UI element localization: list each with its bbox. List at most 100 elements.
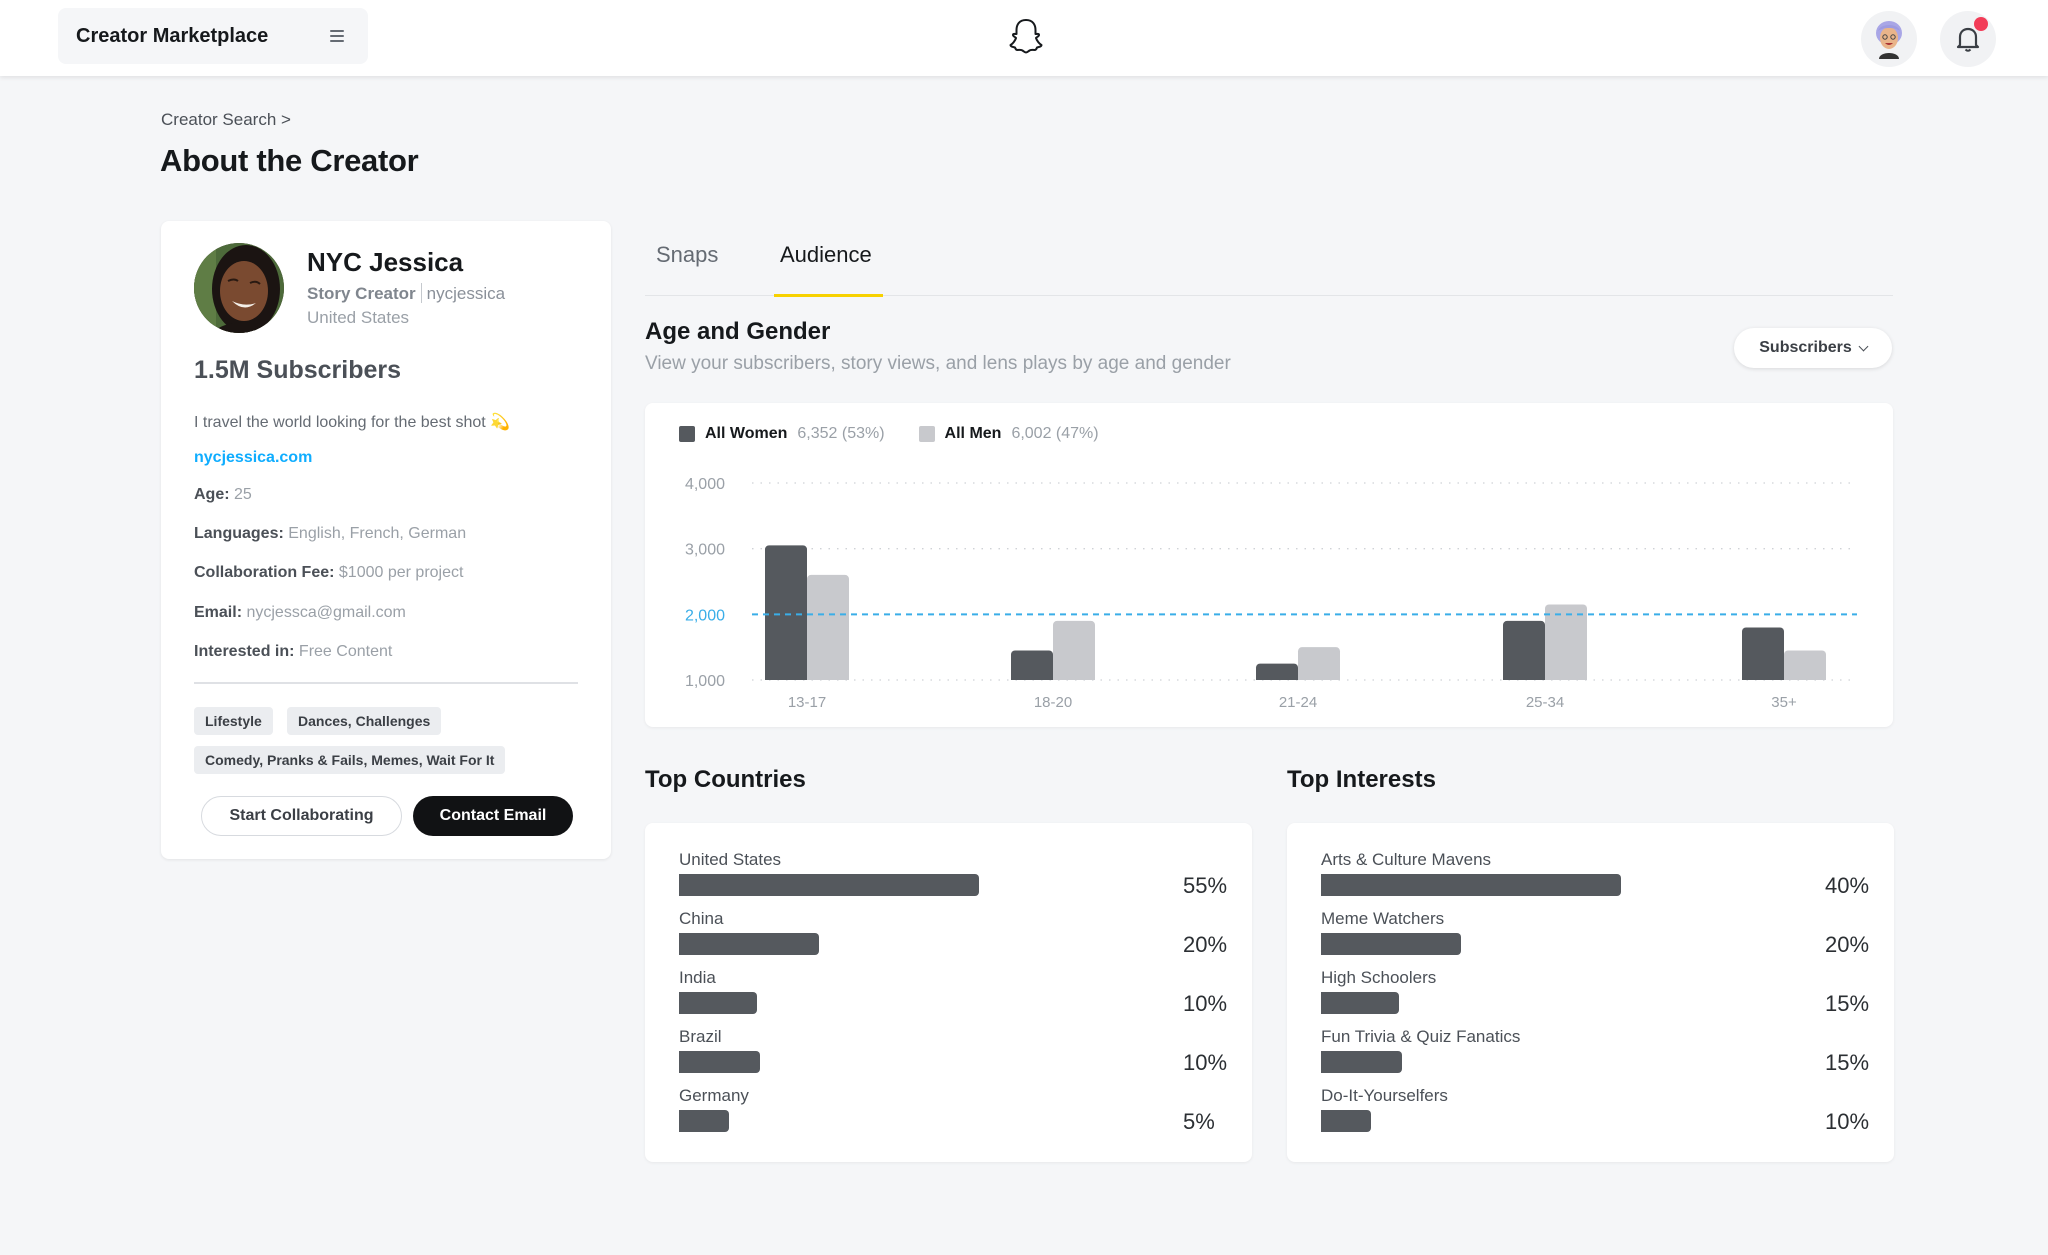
creator-profile-card: NYC Jessica Story Creator nycjessica Unit… <box>161 221 611 859</box>
x-tick-label: 21-24 <box>1279 694 1317 711</box>
top-countries-title: Top Countries <box>645 766 806 793</box>
info-collaboration-fee: Collaboration Fee: $1000 per project <box>194 564 463 582</box>
app-switcher[interactable]: Creator Marketplace <box>58 8 368 64</box>
category-tag[interactable]: Dances, Challenges <box>287 707 442 735</box>
page-title: About the Creator <box>160 143 419 178</box>
bar-women-13-17 <box>765 545 807 680</box>
interest-label: Meme Watchers <box>1321 909 1445 928</box>
bar-men-25-34 <box>1545 604 1587 680</box>
interest-label: Fun Trivia & Quiz Fanatics <box>1321 1027 1521 1046</box>
x-tick-label: 25-34 <box>1526 694 1564 711</box>
age-gender-bar-chart: 1,000 2,000 3,000 4,000 13-17 18-20 21-24 25-34… <box>685 476 1857 711</box>
interest-bar <box>1321 874 1621 896</box>
role-separator <box>420 283 422 303</box>
tab-snaps[interactable]: Snaps <box>656 242 718 296</box>
start-collaborating-button[interactable]: Start Collaborating <box>201 796 402 836</box>
dizzy-star-icon: 💫 <box>490 414 511 431</box>
info-value: English, French, German <box>288 525 467 542</box>
bar-women-18-20 <box>1011 650 1053 680</box>
top-countries-card: United States 55% China 20% India 10% Brazil 10… <box>645 823 1252 1162</box>
info-languages: Languages: English, French, German <box>194 525 466 543</box>
country-bar <box>679 1051 760 1073</box>
top-interests-card: Arts & Culture Mavens 40% Meme Watchers 20%… <box>1287 823 1894 1162</box>
country-percent: 55% <box>1183 873 1228 898</box>
category-tag[interactable]: Lifestyle <box>194 707 273 735</box>
country-label: India <box>679 968 716 987</box>
interest-bar <box>1321 1110 1371 1132</box>
metric-dropdown-value: Subscribers <box>1759 339 1852 356</box>
user-avatar-button[interactable] <box>1861 11 1917 67</box>
notifications-button[interactable] <box>1940 11 1996 67</box>
hamburger-menu-icon[interactable] <box>330 30 344 42</box>
content-tabs: Snaps Audience <box>645 236 1893 297</box>
interest-label: Do-It-Yourselfers <box>1321 1086 1448 1105</box>
bar-men-21-24 <box>1298 647 1340 680</box>
interest-percent: 20% <box>1825 932 1870 957</box>
bar-men-35+ <box>1784 650 1826 680</box>
y-tick-label: 1,000 <box>685 673 725 690</box>
interest-percent: 15% <box>1825 991 1870 1016</box>
x-tick-label: 13-17 <box>788 694 826 711</box>
notification-badge <box>1974 17 1988 31</box>
country-row: India 10% <box>679 968 1227 1018</box>
info-interested-in: Interested in: Free Content <box>194 643 392 661</box>
bar-base-men-35+ <box>1784 676 1826 680</box>
bar-base-men-21-24 <box>1298 676 1340 680</box>
country-percent: 20% <box>1183 932 1228 957</box>
y-tick-label: 3,000 <box>685 542 725 559</box>
country-row: Germany 5% <box>679 1086 1219 1136</box>
creator-website-link[interactable]: nycjessica.com <box>194 449 312 467</box>
bar-base-men-18-20 <box>1053 676 1095 680</box>
bar-base-women-13-17 <box>765 676 807 680</box>
interest-bar <box>1321 992 1399 1014</box>
contact-email-button[interactable]: Contact Email <box>413 796 573 836</box>
creator-role-line: Story Creator nycjessica <box>307 283 505 304</box>
breadcrumb[interactable]: Creator Search > <box>161 110 291 130</box>
info-label: Age: <box>194 486 230 503</box>
bar-base-men-25-34 <box>1545 676 1587 680</box>
country-bar <box>679 1110 729 1132</box>
y-tick-label: 4,000 <box>685 476 725 493</box>
country-label: China <box>679 909 724 928</box>
x-tick-label: 18-20 <box>1034 694 1072 711</box>
profile-divider <box>194 682 578 684</box>
info-age: Age: 25 <box>194 486 252 504</box>
info-label: Interested in: <box>194 643 295 660</box>
bar-men-18-20 <box>1053 620 1095 680</box>
x-tick-label: 35+ <box>1771 694 1797 711</box>
creator-bio: I travel the world looking for the best … <box>194 412 510 432</box>
creator-avatar <box>194 243 284 333</box>
country-percent: 10% <box>1183 1050 1228 1075</box>
interest-percent: 15% <box>1825 1050 1870 1075</box>
country-bar <box>679 874 979 896</box>
country-label: Germany <box>679 1086 749 1105</box>
interest-row: Meme Watchers 20% <box>1321 909 1869 959</box>
info-value: nycjessca@gmail.com <box>246 604 406 621</box>
app-title: Creator Marketplace <box>76 24 269 47</box>
bar-women-25-34 <box>1503 620 1545 680</box>
bar-base-women-25-34 <box>1503 676 1545 680</box>
snapchat-ghost-icon[interactable] <box>1008 17 1044 55</box>
metric-dropdown[interactable]: Subscribers <box>1734 328 1892 368</box>
creator-handle: nycjessica <box>426 284 506 303</box>
top-interests-title: Top Interests <box>1287 766 1436 793</box>
interest-row: High Schoolers 15% <box>1321 968 1869 1018</box>
country-percent: 5% <box>1183 1109 1215 1134</box>
y-tick-label: 2,000 <box>685 607 725 624</box>
age-gender-chart-card: All Women 6,352 (53%) All Men 6,002 (47%… <box>645 403 1893 727</box>
interest-row: Do-It-Yourselfers 10% <box>1321 1086 1869 1136</box>
chevron-down-icon <box>1858 341 1869 351</box>
country-bar <box>679 933 819 955</box>
creator-name: NYC Jessica <box>307 247 464 277</box>
country-row: Brazil 10% <box>679 1027 1227 1077</box>
tab-audience[interactable]: Audience <box>774 242 883 297</box>
interest-row: Arts & Culture Mavens 40% <box>1321 850 1869 900</box>
info-label: Languages: <box>194 525 284 542</box>
country-row: China 20% <box>679 909 1227 959</box>
interest-label: High Schoolers <box>1321 968 1437 987</box>
bio-text: I travel the world looking for the best … <box>194 414 486 431</box>
category-tag[interactable]: Comedy, Pranks & Fails, Memes, Wait For … <box>194 746 506 774</box>
info-value: $1000 per project <box>338 564 464 581</box>
country-label: United States <box>679 850 782 869</box>
country-row: United States 55% <box>679 850 1227 900</box>
